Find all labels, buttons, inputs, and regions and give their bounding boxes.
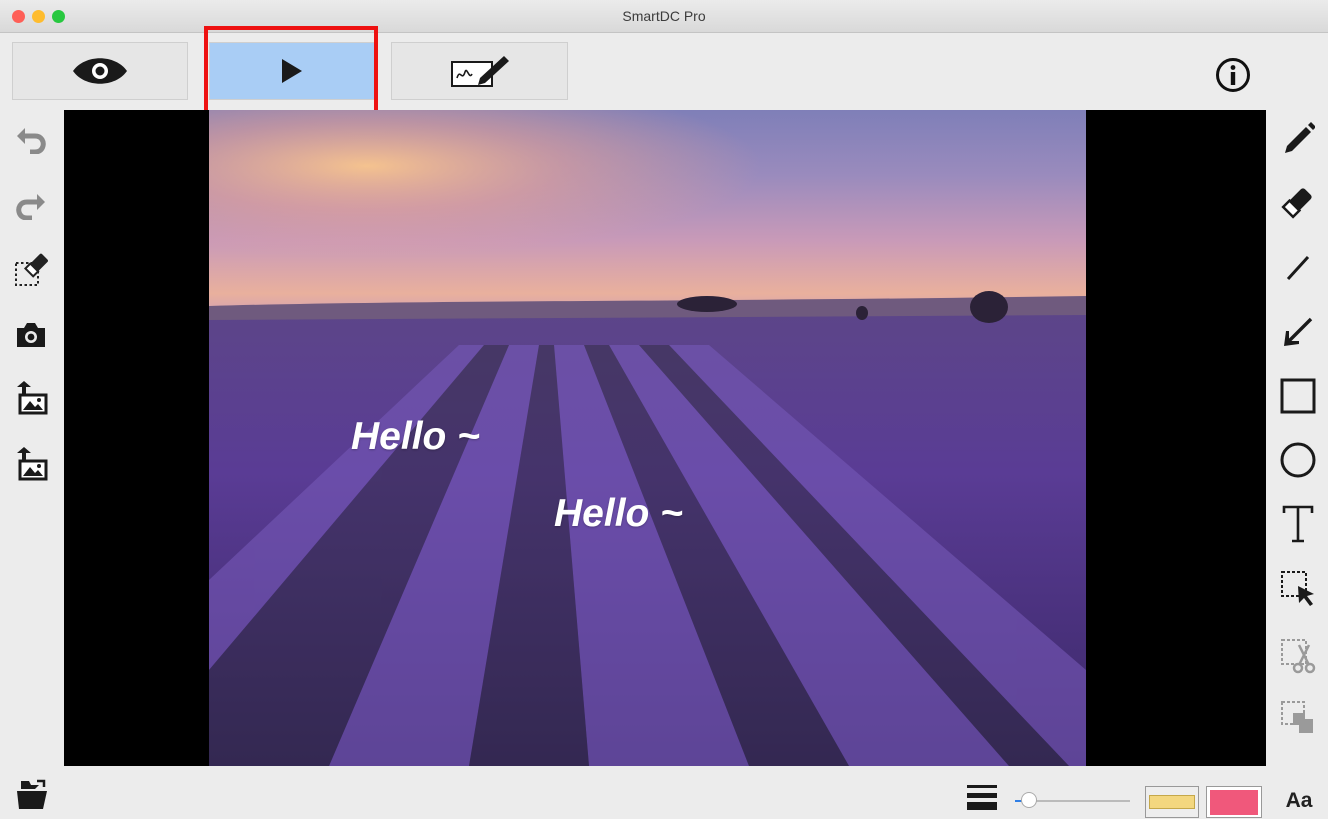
line-icon xyxy=(1286,255,1310,281)
clear-selection-icon xyxy=(15,253,48,286)
play-mode-button[interactable] xyxy=(209,42,375,100)
presentation-canvas[interactable]: Hello ~ Hello ~ xyxy=(64,110,1266,766)
right-toolbar xyxy=(1266,110,1328,766)
ellipse-tool[interactable] xyxy=(1276,438,1320,482)
line-width-button[interactable] xyxy=(960,775,1004,819)
import-image-icon xyxy=(17,381,48,415)
slider-knob[interactable] xyxy=(1020,792,1037,808)
annotation-text[interactable]: Hello ~ xyxy=(351,415,480,459)
import-image-button-2[interactable] xyxy=(9,441,53,485)
cut-tool xyxy=(1276,634,1320,678)
copy-tool xyxy=(1276,696,1320,740)
import-image-button[interactable] xyxy=(9,375,53,419)
arrow-tool[interactable] xyxy=(1276,310,1320,354)
font-button[interactable]: Aa xyxy=(1281,787,1317,815)
open-file-button[interactable] xyxy=(10,773,54,817)
eraser-tool[interactable] xyxy=(1276,180,1320,224)
open-folder-icon xyxy=(17,779,47,809)
select-tool[interactable] xyxy=(1276,566,1320,610)
lavender-field-image: Hello ~ Hello ~ xyxy=(209,110,1086,766)
left-toolbar xyxy=(0,110,64,766)
line-tool[interactable] xyxy=(1276,246,1320,290)
stroke-color-sample xyxy=(1210,789,1258,815)
eye-icon xyxy=(73,58,127,84)
mode-toolbar xyxy=(0,33,1328,107)
eraser-icon xyxy=(1281,188,1312,219)
undo-icon xyxy=(17,128,46,154)
line-width-slider[interactable] xyxy=(1015,792,1130,808)
annotate-mode-button[interactable] xyxy=(391,42,568,100)
copy-icon xyxy=(1281,701,1313,733)
rectangle-icon xyxy=(1280,378,1316,414)
fill-color-sample xyxy=(1149,795,1195,809)
select-icon xyxy=(1281,571,1314,606)
arrow-icon xyxy=(1284,317,1313,346)
fill-color-swatch[interactable] xyxy=(1145,786,1199,818)
window-title: SmartDC Pro xyxy=(622,8,706,24)
camera-icon xyxy=(17,323,45,347)
text-tool[interactable] xyxy=(1276,502,1320,546)
clear-selection-button[interactable] xyxy=(9,248,53,292)
ellipse-icon xyxy=(1280,442,1316,478)
play-icon xyxy=(282,59,302,83)
redo-button[interactable] xyxy=(9,183,53,227)
info-icon xyxy=(1216,58,1250,92)
pencil-tool[interactable] xyxy=(1276,116,1320,160)
view-mode-button[interactable] xyxy=(12,42,188,100)
bottom-toolbar: Aa xyxy=(0,767,1328,819)
redo-icon xyxy=(16,194,45,220)
text-icon xyxy=(1282,505,1314,543)
line-width-icon xyxy=(967,785,997,810)
cut-icon xyxy=(1281,639,1316,674)
undo-button[interactable] xyxy=(9,117,53,161)
pencil-icon xyxy=(1285,122,1315,153)
import-image-icon-2 xyxy=(17,447,48,481)
title-bar: SmartDC Pro xyxy=(0,0,1328,33)
annotate-signature-icon xyxy=(450,56,509,87)
annotation-text[interactable]: Hello ~ xyxy=(554,492,683,536)
stroke-color-swatch[interactable] xyxy=(1206,786,1262,818)
info-button[interactable] xyxy=(1214,56,1252,94)
landscape-illustration xyxy=(209,110,1086,766)
rectangle-tool[interactable] xyxy=(1276,374,1320,418)
snapshot-button[interactable] xyxy=(9,313,53,357)
